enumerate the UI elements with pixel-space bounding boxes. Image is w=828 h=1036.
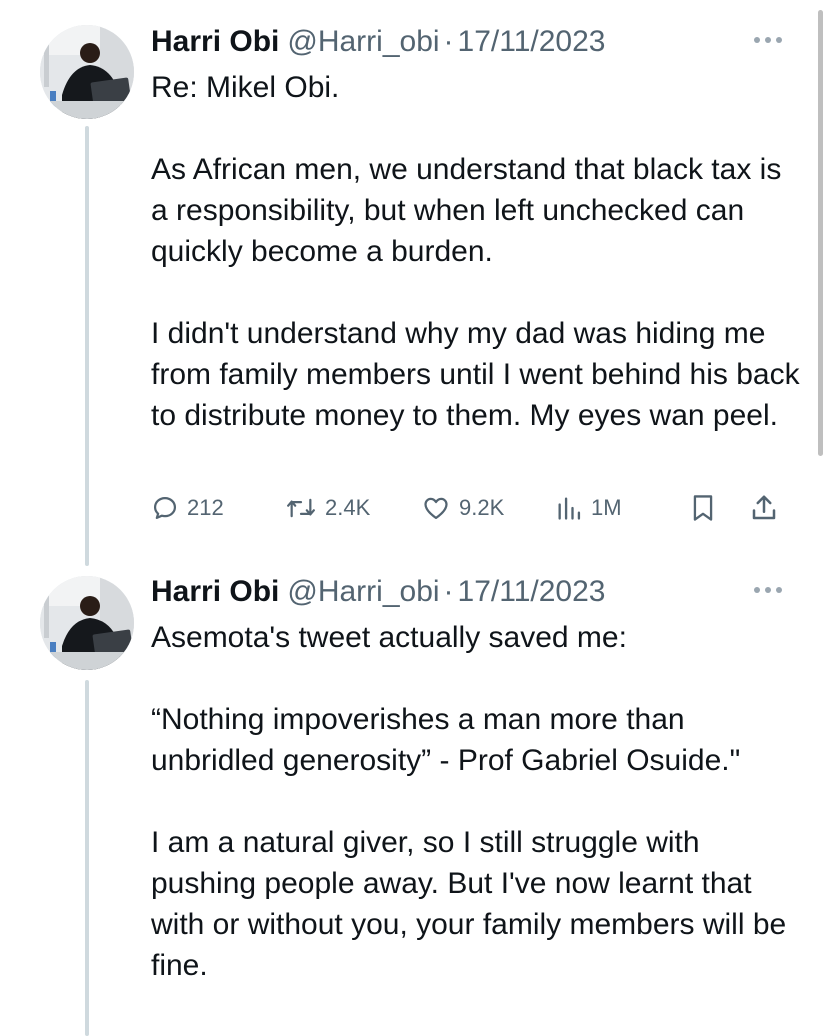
reply-button[interactable]: 212 [151, 488, 224, 528]
separator-dot: · [443, 575, 454, 608]
heart-icon [424, 497, 448, 520]
tweet-paragraph: Re: Mikel Obi. [151, 71, 340, 104]
retweet-count: 2.4K [325, 495, 371, 520]
retweet-button[interactable]: 2.4K [285, 488, 370, 528]
thread-line [85, 680, 89, 1036]
tweet-header: Harri Obi @Harri_obi · 17/11/2023 [151, 22, 605, 62]
views-button[interactable]: 1M [555, 488, 622, 528]
views-count: 1M [591, 495, 622, 520]
reply-count: 212 [187, 495, 224, 520]
like-count: 9.2K [459, 495, 505, 520]
avatar[interactable] [40, 25, 134, 119]
tweet-text: Re: Mikel Obi. As African men, we unders… [151, 67, 801, 436]
tweet-paragraph: As African men, we understand that black… [151, 153, 782, 268]
tweet-text: Asemota's tweet actually saved me: “Noth… [151, 617, 801, 986]
bookmark-button[interactable] [689, 488, 717, 528]
tweet-paragraph: I didn't understand why my dad was hidin… [151, 317, 800, 432]
share-button[interactable] [749, 488, 779, 528]
more-icon[interactable] [748, 26, 788, 54]
tweet-date[interactable]: 17/11/2023 [458, 22, 606, 62]
tweet-paragraph: Asemota's tweet actually saved me: [151, 621, 627, 654]
author-handle[interactable]: @Harri_obi [287, 22, 439, 62]
thread-line [85, 126, 89, 566]
tweet-header: Harri Obi @Harri_obi · 17/11/2023 [151, 572, 605, 612]
retweet-icon [287, 498, 315, 518]
scrollbar[interactable] [818, 10, 823, 456]
tweet-paragraph: “Nothing impoverishes a man more than un… [151, 703, 741, 777]
bookmark-icon [693, 495, 713, 521]
author-name[interactable]: Harri Obi [151, 572, 279, 612]
avatar[interactable] [40, 576, 134, 670]
tweet-date[interactable]: 17/11/2023 [458, 572, 606, 612]
tweet-actions: 212 2.4K 9.2K 1M [151, 488, 791, 528]
like-button[interactable]: 9.2K [421, 488, 504, 528]
author-handle[interactable]: @Harri_obi [287, 572, 439, 612]
separator-dot: · [443, 25, 454, 58]
tweet-paragraph: I am a natural giver, so I still struggl… [151, 826, 787, 982]
share-icon [752, 495, 776, 520]
author-name[interactable]: Harri Obi [151, 22, 279, 62]
more-icon[interactable] [748, 576, 788, 604]
reply-icon [153, 496, 177, 520]
views-icon [558, 497, 581, 520]
